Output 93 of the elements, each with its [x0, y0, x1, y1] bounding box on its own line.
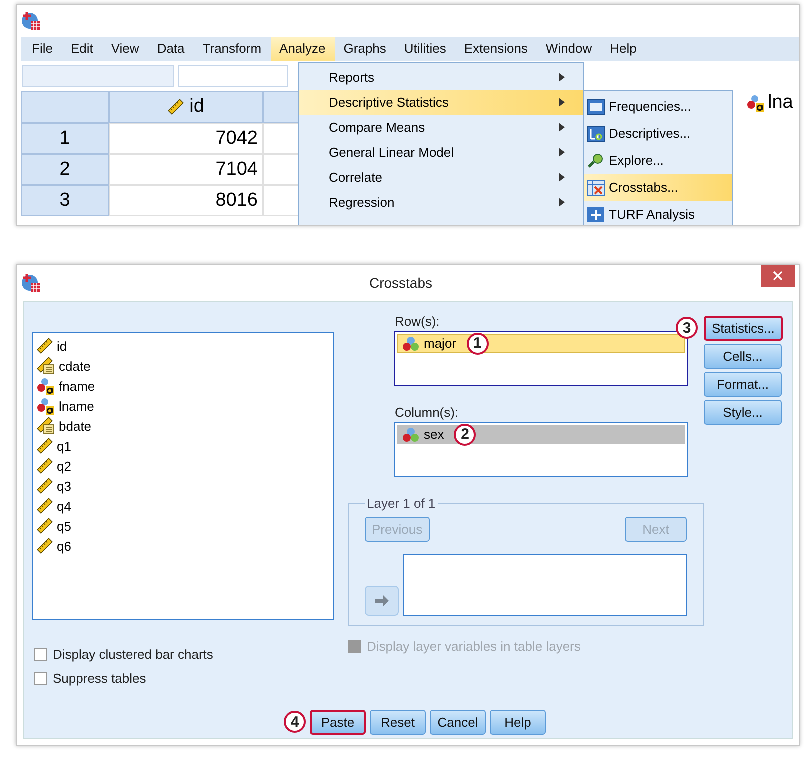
variable-item[interactable]: q5 [57, 518, 72, 534]
checkbox[interactable] [34, 648, 47, 660]
rows-label: Row(s): [395, 314, 440, 329]
step-number: 4 [284, 711, 306, 734]
arrow-icon [374, 595, 390, 607]
table-icon [587, 98, 605, 114]
menu-item[interactable]: Transform [194, 37, 271, 61]
variable-list[interactable]: id cdate fname lname bdate q1 q2 q3 q4 q5 q6 [32, 332, 334, 620]
three-balls-icon [402, 426, 420, 442]
variable-item[interactable]: bdate [59, 418, 92, 434]
variable-item[interactable]: cdate [59, 358, 91, 374]
menu-item[interactable]: File [23, 37, 62, 61]
menu-item[interactable]: Analyze [270, 37, 335, 61]
step-number: 2 [454, 424, 476, 446]
columns-list[interactable]: sex 2 [394, 422, 688, 477]
close-button[interactable] [761, 265, 795, 287]
dialog-button[interactable]: Paste [310, 710, 366, 735]
row-number[interactable]: 2 [21, 154, 109, 185]
chart-icon [587, 126, 605, 142]
table-cell: 7042 [109, 123, 263, 154]
menu-item[interactable]: General Linear Model [299, 140, 583, 165]
caret-icon [559, 98, 565, 107]
dialog-button[interactable]: Reset [370, 710, 426, 735]
variable-item[interactable]: sex 2 [397, 425, 685, 444]
menu-item[interactable]: Compare Means [299, 115, 583, 140]
caret-icon [559, 123, 565, 132]
cell-name-field[interactable] [22, 65, 174, 87]
menu-item[interactable]: View [102, 37, 148, 61]
checkbox-label: Display clustered bar charts [53, 646, 214, 662]
variable-item[interactable]: q2 [57, 458, 72, 474]
layer-title: Layer 1 of 1 [366, 496, 437, 511]
caret-icon [559, 173, 565, 182]
menu-item[interactable]: Descriptives... [584, 120, 732, 147]
move-button[interactable] [365, 586, 399, 616]
dialog-button[interactable]: Help [490, 710, 546, 735]
row-number[interactable]: 1 [21, 123, 109, 154]
menu-item[interactable]: Utilities [395, 37, 456, 61]
dialog-button[interactable]: Statistics... [704, 316, 783, 341]
variable-item[interactable]: major 1 [397, 334, 685, 353]
app-icon [21, 273, 41, 293]
step-number: 3 [676, 317, 698, 339]
menu-item[interactable]: Help [601, 37, 646, 61]
dialog-title: Crosstabs [368, 275, 434, 291]
plus-icon [587, 206, 605, 222]
three-balls-icon [402, 336, 420, 352]
crosstab-icon [587, 180, 605, 196]
step-number: 1 [466, 332, 489, 354]
menu-item[interactable]: Crosstabs... [584, 174, 732, 201]
variable-item[interactable]: q3 [57, 478, 72, 494]
menu-item[interactable]: Correlate [299, 165, 583, 190]
balls-string-icon [37, 397, 55, 415]
dialog-button[interactable]: Style... [704, 400, 782, 425]
checkbox[interactable] [34, 672, 47, 684]
checkbox-label: Display layer variables in table layers [367, 638, 581, 654]
row-number[interactable]: 3 [21, 185, 109, 216]
checkbox-label: Suppress tables [53, 670, 146, 686]
magnifier-icon [587, 152, 605, 168]
menu-item[interactable]: Graphs [334, 37, 396, 61]
menu-item[interactable]: Reports [299, 65, 583, 90]
menu-item[interactable]: Edit [62, 37, 102, 61]
menu-item[interactable]: Regression [299, 190, 583, 215]
menu-item[interactable]: Data [148, 37, 194, 61]
dialog-button[interactable]: Format... [704, 372, 782, 397]
menu-item[interactable]: Explore... [584, 147, 732, 174]
ruler-calendar-icon [37, 417, 55, 435]
balls-string-icon [37, 377, 55, 395]
variable-item[interactable]: lname [59, 398, 94, 414]
menu-item[interactable]: Window [536, 37, 602, 61]
variable-item[interactable]: q1 [57, 438, 72, 454]
ruler-calendar-icon [37, 357, 55, 375]
caret-icon [559, 198, 565, 207]
dialog-button[interactable]: Cancel [430, 710, 486, 735]
variable-item[interactable]: q4 [57, 498, 72, 514]
layer-list[interactable] [403, 554, 687, 616]
column-header[interactable]: id [109, 91, 263, 123]
menu-item[interactable]: TURF Analysis [584, 201, 732, 225]
table-cell: 8016 [109, 185, 263, 216]
variable-item[interactable]: q6 [57, 538, 72, 554]
close-icon [773, 271, 783, 281]
app-icon [21, 11, 41, 31]
variable-item[interactable]: id [57, 338, 68, 354]
caret-icon [559, 73, 565, 82]
cell-value-field[interactable] [178, 65, 288, 87]
balls-string-icon [747, 94, 765, 112]
table-cell: 7104 [109, 154, 263, 185]
menu-item[interactable]: Extensions [455, 37, 537, 61]
caret-icon [559, 148, 565, 157]
menu-item[interactable]: Descriptive Statistics [299, 90, 583, 115]
columns-label: Column(s): [395, 405, 459, 420]
menu-item[interactable]: Frequencies... [584, 93, 732, 120]
dialog-button[interactable]: Cells... [704, 344, 782, 369]
column-header[interactable]: lna [747, 92, 794, 114]
variable-item[interactable]: fname [59, 378, 96, 394]
